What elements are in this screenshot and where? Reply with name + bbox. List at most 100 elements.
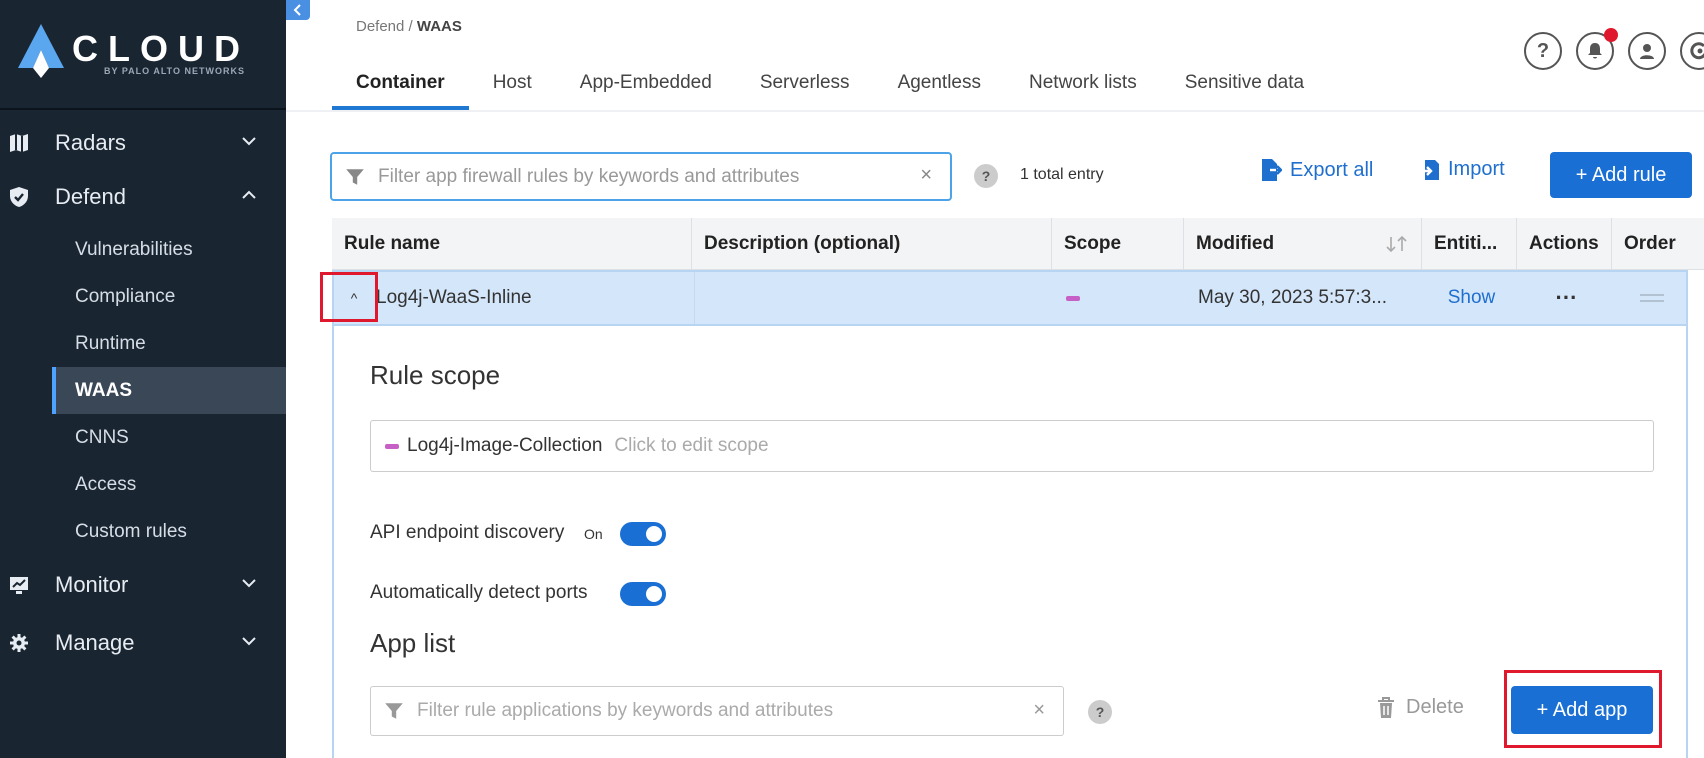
chevron-up-icon [242,190,256,199]
nav-group-label: Monitor [55,572,129,597]
sidebar-item-access[interactable]: Access [52,461,286,508]
column-header-modified-label: Modified [1196,233,1275,254]
api-discovery-toggle[interactable] [620,522,666,546]
column-header-modified[interactable]: Modified [1184,218,1422,270]
logo-text: CLOUD [72,28,250,69]
export-all-button[interactable]: Export all [1260,158,1373,182]
header-icons: ? [1524,28,1704,70]
notifications-icon[interactable] [1576,28,1618,70]
sidebar-item-vulnerabilities[interactable]: Vulnerabilities [52,226,286,273]
nav-group-manage[interactable]: Manage [0,616,286,670]
total-entries: 1 total entry [1020,166,1104,183]
nav-group-label: Radars [55,130,126,155]
filter-icon [346,168,364,185]
column-header-rule-name[interactable]: Rule name [332,218,692,270]
logo[interactable]: CLOUD BY PALO ALTO NETWORKS [14,22,264,86]
monitor-icon [10,577,28,594]
sidebar-collapse-button[interactable] [286,0,310,20]
modified-cell: May 30, 2023 5:57:3... [1198,287,1388,308]
column-header-scope[interactable]: Scope [1052,218,1184,270]
highlight-collapse-toggle [320,272,378,322]
prisma-icon[interactable] [1680,32,1704,70]
import-label: Import [1448,158,1505,180]
header-divider [286,110,1704,112]
sidebar: CLOUD BY PALO ALTO NETWORKS Radars Defen… [0,0,286,758]
column-header-actions: Actions [1517,218,1612,270]
delete-label: Delete [1406,696,1464,718]
radar-map-icon [10,134,28,152]
column-header-entities[interactable]: Entiti... [1422,218,1517,270]
sidebar-item-compliance[interactable]: Compliance [52,273,286,320]
prisma-logo-icon [18,24,64,78]
tab-app-embedded[interactable]: App-Embedded [556,62,736,110]
tab-container[interactable]: Container [332,62,469,110]
import-button[interactable]: Import [1420,158,1505,181]
nav-group-radars[interactable]: Radars [0,116,286,170]
api-discovery-state: On [584,526,603,542]
avatar-icon [1640,44,1654,59]
api-discovery-label: API endpoint discovery [370,522,565,543]
scope-cell [1066,272,1080,324]
tab-agentless[interactable]: Agentless [874,62,1005,110]
app-list-heading: App list [370,628,456,658]
description-cell [694,272,1054,324]
sidebar-divider [0,108,286,110]
help-icon[interactable]: ? [1524,32,1562,70]
scope-color-chip [385,443,399,449]
nav-group-monitor[interactable]: Monitor [0,558,286,612]
help-icon[interactable]: ? [974,164,998,188]
import-icon [1421,159,1439,180]
autodetect-ports-toggle[interactable] [620,582,666,606]
column-header-description[interactable]: Description (optional) [692,218,1052,270]
filter-icon [385,703,403,719]
tab-host[interactable]: Host [469,62,556,110]
app-root: CLOUD BY PALO ALTO NETWORKS Radars Defen… [0,0,1704,758]
clear-icon[interactable]: × [920,164,932,187]
gear-icon [10,634,28,652]
nav-group-label: Manage [55,630,135,655]
add-rule-button[interactable]: + Add rule [1550,152,1692,198]
chevron-down-icon [242,637,256,646]
tab-network-lists[interactable]: Network lists [1005,62,1161,110]
rules-filter-input[interactable]: Filter app firewall rules by keywords an… [330,152,952,201]
rule-name-cell: Log4j-WaaS-Inline [376,287,532,308]
tab-serverless[interactable]: Serverless [736,62,874,110]
export-all-label: Export all [1290,158,1374,181]
scope-collection-name: Log4j-Image-Collection [407,435,603,456]
clear-icon[interactable]: × [1033,699,1045,722]
drag-handle-icon [1640,294,1664,302]
export-icon [1262,159,1282,181]
breadcrumb-parent[interactable]: Defend / [356,18,413,35]
rule-scope-heading: Rule scope [370,360,501,390]
drag-handle[interactable] [1614,272,1690,324]
chevron-left-icon [293,4,301,16]
highlight-add-app-button [1504,670,1662,748]
sidebar-item-cnns[interactable]: CNNS [52,414,286,461]
trash-icon [1378,696,1394,718]
entities-show-link[interactable]: Show [1424,272,1519,324]
sidebar-item-runtime[interactable]: Runtime [52,320,286,367]
bell-icon [1588,43,1602,59]
rules-table-header: Rule name Description (optional) Scope M… [332,218,1704,270]
autodetect-ports-label: Automatically detect ports [370,582,588,603]
filter-placeholder: Filter app firewall rules by keywords an… [378,165,800,187]
table-row[interactable]: ^ Log4j-WaaS-Inline May 30, 2023 5:57:3.… [332,270,1688,326]
rule-scope-field[interactable]: Log4j-Image-Collection Click to edit sco… [370,420,1654,472]
scope-color-chip [1066,295,1080,301]
sort-icon [1386,235,1407,253]
sidebar-item-custom-rules[interactable]: Custom rules [52,508,286,555]
breadcrumb-current: WAAS [416,18,462,35]
prisma-swirl-icon [1690,42,1704,60]
sidebar-item-waas[interactable]: WAAS [52,367,286,414]
tab-sensitive-data[interactable]: Sensitive data [1161,62,1328,110]
help-icon[interactable]: ? [1088,700,1112,724]
delete-button[interactable]: Delete [1376,696,1464,719]
nav-group-defend[interactable]: Defend [0,170,286,224]
shield-icon [10,187,28,207]
user-icon[interactable] [1628,32,1666,70]
tab-bar: Container Host App-Embedded Serverless A… [332,62,1328,110]
row-actions-menu[interactable]: ··· [1519,272,1614,324]
notification-dot [1604,28,1618,42]
app-filter-input[interactable]: Filter rule applications by keywords and… [370,686,1064,736]
chevron-down-icon [242,579,256,588]
